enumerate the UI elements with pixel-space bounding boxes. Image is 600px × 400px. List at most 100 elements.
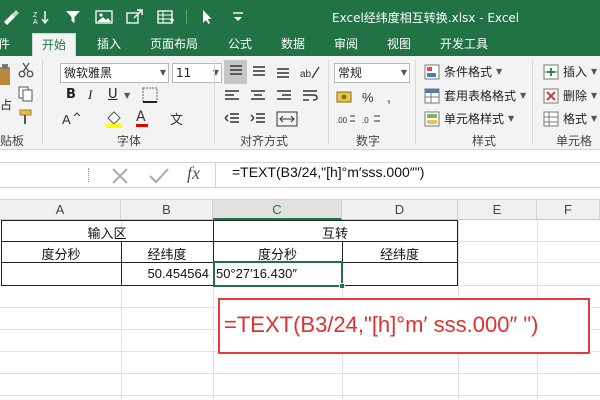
conditional-formatting-button[interactable]: 条件格式 ▼ bbox=[424, 63, 502, 80]
orientation-icon[interactable]: ab bbox=[300, 63, 320, 81]
svg-text:%: % bbox=[362, 90, 374, 105]
group-separator bbox=[42, 60, 43, 144]
subheader-decimal-input[interactable]: 经纬度 bbox=[121, 244, 213, 263]
pointer-icon[interactable] bbox=[196, 7, 218, 27]
underline-button[interactable]: U bbox=[108, 87, 118, 102]
tab-view[interactable]: 视图 bbox=[387, 33, 411, 56]
italic-button[interactable]: I bbox=[88, 87, 92, 103]
font-name-combo[interactable]: 微软雅黑 ▼ bbox=[60, 63, 169, 83]
enter-icon[interactable] bbox=[148, 166, 170, 189]
copy-icon[interactable] bbox=[18, 86, 34, 102]
format-painter-icon[interactable] bbox=[18, 109, 34, 125]
comma-style-icon[interactable]: , bbox=[386, 89, 398, 105]
borders-icon[interactable] bbox=[142, 87, 158, 103]
cell-styles-button[interactable]: 单元格样式 ▼ bbox=[424, 110, 514, 127]
header-input-area[interactable]: 输入区 bbox=[1, 223, 213, 242]
column-header-b[interactable]: B bbox=[121, 200, 213, 220]
tab-developer[interactable]: 开发工具 bbox=[440, 33, 488, 56]
format-as-table-button[interactable]: 套用表格格式 ▼ bbox=[424, 87, 526, 104]
conditional-formatting-label: 条件格式 bbox=[444, 65, 493, 79]
format-cells-icon bbox=[543, 111, 559, 126]
subheader-decimal-output[interactable]: 经纬度 bbox=[342, 244, 457, 263]
column-header-c[interactable]: C bbox=[213, 200, 342, 220]
toolbar-separator bbox=[186, 10, 187, 24]
formula-bar: fx =TEXT(B3/24,"[h]°m′sss.000″") bbox=[0, 150, 600, 200]
align-middle-icon[interactable] bbox=[252, 64, 266, 78]
delete-cells-label: 删除 bbox=[563, 89, 588, 103]
align-center-icon[interactable] bbox=[250, 89, 266, 103]
column-header-a[interactable]: A bbox=[0, 200, 121, 220]
insert-function-button[interactable]: fx bbox=[187, 163, 200, 184]
title-bar: ZA Excel经纬度相互转换.xlsx - Excel bbox=[0, 0, 600, 33]
cell-styles-icon bbox=[424, 111, 440, 126]
group-label-number: 数字 bbox=[356, 134, 381, 148]
svg-text:ab: ab bbox=[300, 69, 312, 80]
tab-formulas[interactable]: 公式 bbox=[228, 33, 252, 56]
increase-decimal-icon[interactable]: .00 bbox=[336, 112, 356, 126]
chevron-down-icon: ▼ bbox=[591, 114, 598, 123]
insert-table-icon[interactable] bbox=[155, 7, 177, 27]
chevron-down-icon: ▼ bbox=[159, 68, 166, 77]
tab-data[interactable]: 数据 bbox=[281, 33, 305, 56]
paste-icon bbox=[0, 64, 10, 85]
delete-cells-icon bbox=[543, 88, 559, 103]
svg-text:.00: .00 bbox=[336, 116, 348, 125]
font-color-button[interactable]: A bbox=[136, 109, 146, 125]
svg-text:,: , bbox=[387, 89, 391, 105]
fill-handle[interactable] bbox=[339, 283, 345, 289]
insert-cells-label: 插入 bbox=[563, 65, 588, 79]
group-separator bbox=[415, 60, 416, 144]
tab-review[interactable]: 审阅 bbox=[334, 33, 358, 56]
merge-center-icon[interactable] bbox=[276, 111, 298, 127]
delete-cells-button[interactable]: 删除 ▼ bbox=[543, 87, 597, 104]
format-cells-button[interactable]: 格式 ▼ bbox=[543, 110, 597, 127]
group-separator bbox=[532, 60, 533, 144]
cancel-icon[interactable] bbox=[110, 166, 130, 189]
callout-formula-text: =TEXT(B3/24,"[h]°m′ sss.000″ ") bbox=[224, 312, 539, 337]
increase-indent-icon[interactable] bbox=[250, 112, 266, 126]
format-cells-label: 格式 bbox=[563, 112, 588, 126]
ribbon: 占 贴板 微软雅黑 ▼ 11 ▼ B I U ▼ A A 文 字体 ab 对齐方… bbox=[0, 56, 600, 150]
align-right-icon[interactable] bbox=[276, 89, 292, 103]
formula-input[interactable]: =TEXT(B3/24,"[h]°m′sss.000″") bbox=[232, 164, 424, 180]
gridline bbox=[0, 373, 600, 374]
cell-b3[interactable]: 50.454564 bbox=[121, 266, 209, 281]
sort-descending-icon[interactable]: ZA bbox=[31, 7, 53, 27]
brush-icon[interactable] bbox=[0, 7, 22, 27]
insert-cells-icon bbox=[543, 64, 559, 79]
column-header-f[interactable]: F bbox=[537, 200, 600, 220]
subheader-dms-input[interactable]: 度分秒 bbox=[1, 244, 121, 263]
fill-color-icon[interactable] bbox=[105, 110, 125, 128]
tab-file[interactable]: 件 bbox=[0, 33, 10, 56]
decrease-decimal-icon[interactable]: .0 bbox=[362, 112, 382, 126]
group-label-clipboard: 贴板 bbox=[0, 134, 25, 148]
tab-insert[interactable]: 插入 bbox=[97, 33, 121, 56]
number-format-combo[interactable]: 常规 ▼ bbox=[334, 63, 410, 83]
chevron-down-icon: ▼ bbox=[591, 67, 598, 76]
group-label-alignment: 对齐方式 bbox=[240, 134, 289, 148]
customize-toolbar-icon[interactable] bbox=[227, 7, 249, 27]
svg-text:A: A bbox=[33, 19, 38, 25]
accounting-icon[interactable] bbox=[336, 89, 354, 105]
paste-button[interactable] bbox=[0, 64, 12, 86]
align-left-icon[interactable] bbox=[224, 89, 240, 103]
tab-home[interactable]: 开始 bbox=[32, 33, 76, 57]
tab-page-layout[interactable]: 页面布局 bbox=[150, 33, 198, 56]
phonetic-button[interactable]: 文 bbox=[170, 109, 183, 128]
column-header-e[interactable]: E bbox=[458, 200, 537, 220]
filter-icon[interactable] bbox=[62, 7, 84, 27]
percent-icon[interactable]: % bbox=[362, 89, 376, 105]
align-top-button[interactable] bbox=[224, 60, 247, 84]
picture-icon[interactable] bbox=[93, 7, 115, 27]
active-cell-selection[interactable] bbox=[213, 261, 343, 287]
header-conversion[interactable]: 互转 bbox=[213, 223, 457, 242]
bold-button[interactable]: B bbox=[66, 87, 76, 102]
wrap-text-icon[interactable] bbox=[302, 89, 318, 103]
decrease-indent-icon[interactable] bbox=[224, 112, 240, 126]
grow-font-icon[interactable]: A bbox=[62, 111, 80, 127]
align-bottom-icon[interactable] bbox=[276, 64, 290, 78]
column-header-d[interactable]: D bbox=[342, 200, 458, 220]
cut-icon[interactable] bbox=[18, 62, 34, 78]
insert-cells-button[interactable]: 插入 ▼ bbox=[543, 63, 597, 80]
export-icon[interactable] bbox=[124, 7, 146, 27]
